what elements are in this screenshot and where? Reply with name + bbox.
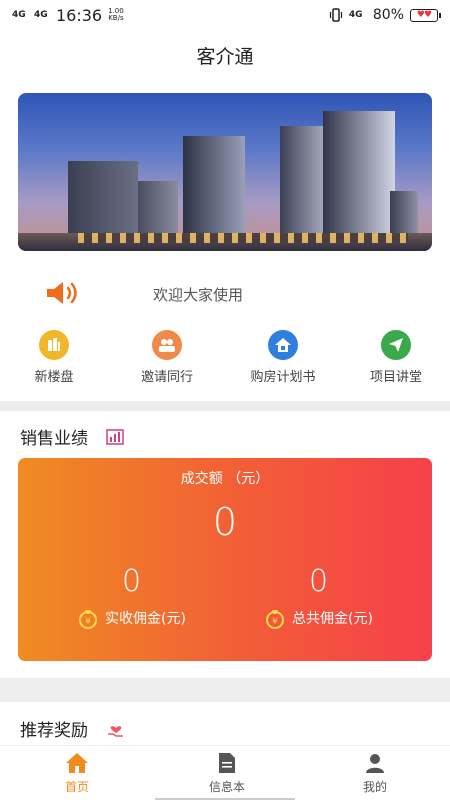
received-commission-label: 实收佣金(元) <box>105 611 186 627</box>
menu-item-new-property[interactable]: 新楼盘 <box>0 330 109 385</box>
money-bag-icon: ¥ <box>266 610 285 629</box>
deal-amount-value: 0 <box>212 500 238 544</box>
menu-label: 项目讲堂 <box>369 370 422 385</box>
received-commission-value: 0 <box>121 564 142 599</box>
deal-amount-label: 成交额 （元） <box>180 471 270 487</box>
total-commission-row: ¥ 总共佣金(元) <box>215 607 422 629</box>
menu-label: 新楼盘 <box>34 370 74 385</box>
speaker-icon <box>47 282 77 304</box>
received-commission-row: ¥ 实收佣金(元) <box>28 607 235 629</box>
tab-label: 我的 <box>362 780 387 794</box>
sales-section-title: 销售业绩 <box>20 429 88 449</box>
send-icon <box>381 330 411 360</box>
svg-text:¥: ¥ <box>272 617 278 627</box>
menu-label: 购房计划书 <box>250 370 316 385</box>
quick-menu: 新楼盘 邀请同行 购房计划书 项目讲堂 <box>0 330 450 390</box>
total-commission-label: 总共佣金(元) <box>292 611 373 627</box>
signal-icon: 4G <box>12 9 26 20</box>
status-bar: 4G 4G 16:36 1.00 KB/s 4G 80% ♥♥ <box>0 0 450 30</box>
vibrate-icon <box>329 8 342 22</box>
battery-percent: 80% <box>372 7 404 23</box>
banner-shop-lights <box>78 233 408 243</box>
reward-section-header: 推荐奖励 <box>20 716 126 741</box>
home-icon <box>66 753 88 773</box>
banner-image[interactable] <box>18 93 432 251</box>
tab-mine[interactable]: 我的 <box>320 752 430 795</box>
sales-section-header: 销售业绩 <box>20 424 124 449</box>
people-icon <box>152 330 182 360</box>
money-bag-icon: ¥ <box>79 610 98 629</box>
network-speed: 1.00 KB/s <box>108 8 124 22</box>
menu-label: 邀请同行 <box>140 370 193 385</box>
sales-card[interactable]: 成交额 （元） 0 0 ¥ 实收佣金(元) 0 ¥ 总共佣金(元) <box>18 458 432 661</box>
signal-icon-2: 4G <box>34 9 48 20</box>
notice-bar: 欢迎大家使用 <box>0 270 450 316</box>
network-icon: 4G <box>348 9 363 20</box>
menu-item-purchase-plan[interactable]: 购房计划书 <box>228 330 338 385</box>
status-right: 4G 80% ♥♥ <box>329 7 441 23</box>
page-title: 客介通 <box>196 45 254 68</box>
notice-text: 欢迎大家使用 <box>153 286 244 304</box>
chart-icon <box>106 428 124 445</box>
menu-item-invite-peers[interactable]: 邀请同行 <box>112 330 222 385</box>
svg-text:¥: ¥ <box>85 617 91 627</box>
hand-heart-icon <box>108 725 123 737</box>
status-left: 4G 4G 16:36 1.00 KB/s <box>12 6 124 25</box>
section-divider <box>0 401 450 411</box>
bottom-tab-bar: 首页 信息本 我的 <box>0 745 450 800</box>
house-icon <box>268 330 298 360</box>
total-commission-value: 0 <box>308 564 329 599</box>
tab-home[interactable]: 首页 <box>22 752 132 795</box>
reward-section-title: 推荐奖励 <box>20 721 88 741</box>
menu-item-project-lecture[interactable]: 项目讲堂 <box>341 330 450 385</box>
tab-label: 首页 <box>64 780 89 794</box>
tab-label: 信息本 <box>208 780 245 794</box>
section-divider <box>0 678 450 702</box>
battery-icon: ♥♥ <box>410 8 441 22</box>
total-commission: 0 ¥ 总共佣金(元) <box>215 564 422 629</box>
building-icon <box>39 330 69 360</box>
tab-info-book[interactable]: 信息本 <box>172 752 282 795</box>
received-commission: 0 ¥ 实收佣金(元) <box>28 564 235 629</box>
document-icon <box>219 753 235 773</box>
banner-building <box>323 111 395 251</box>
clock: 16:36 <box>56 5 103 25</box>
user-icon <box>366 754 384 773</box>
network-speed-unit: KB/s <box>108 14 124 22</box>
